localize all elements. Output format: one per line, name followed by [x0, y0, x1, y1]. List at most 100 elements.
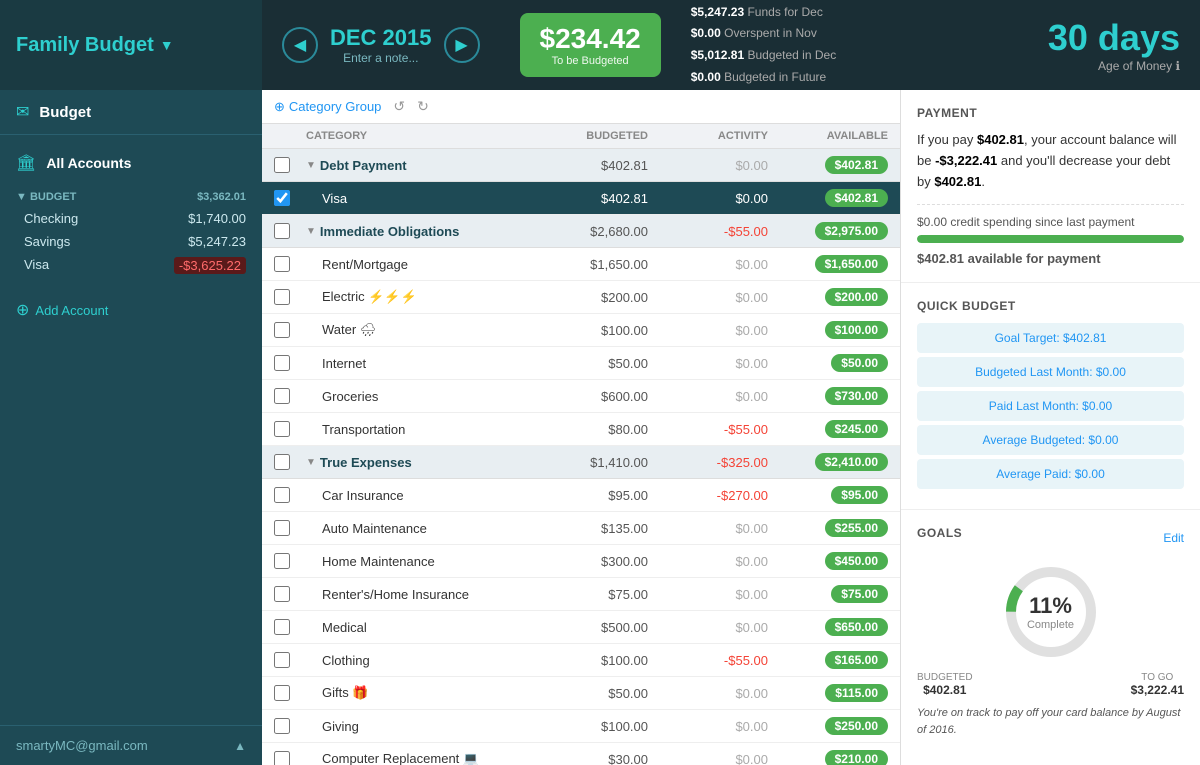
th-checkbox	[274, 130, 306, 142]
redo-icon[interactable]: ↻	[417, 98, 429, 115]
month-display: DEC 2015 Enter a note...	[330, 25, 432, 65]
funds-info: $5,247.23 Funds for Dec $0.00 Overspent …	[681, 2, 1028, 88]
category-checkbox-gifts[interactable]	[274, 685, 290, 701]
category-row-gifts[interactable]: Gifts 🎁 $50.00 $0.00 $115.00	[262, 677, 900, 710]
group-checkbox-immediate[interactable]	[274, 223, 290, 239]
category-row-home-maintenance[interactable]: Home Maintenance $300.00 $0.00 $450.00	[262, 545, 900, 578]
category-checkbox-transportation[interactable]	[274, 421, 290, 437]
category-checkbox-groceries[interactable]	[274, 388, 290, 404]
add-account-icon: ⊕	[16, 300, 29, 320]
category-activity-giving: $0.00	[648, 719, 768, 734]
budgeted-future-amount: $0.00	[691, 70, 721, 84]
category-checkbox-visa[interactable]	[274, 190, 290, 206]
category-row-rent[interactable]: Rent/Mortgage $1,650.00 $0.00 $1,650.00	[262, 248, 900, 281]
category-row-car-insurance[interactable]: Car Insurance $95.00 -$270.00 $95.00	[262, 479, 900, 512]
sidebar-budget-nav[interactable]: ✉ Budget	[0, 90, 262, 135]
group-row-debt-payment[interactable]: ▼ Debt Payment $402.81 $0.00 $402.81	[262, 149, 900, 182]
budget-toolbar: ⊕ Category Group ↺ ↻	[262, 90, 900, 124]
group-row-true-expenses[interactable]: ▼ True Expenses $1,410.00 -$325.00 $2,41…	[262, 446, 900, 479]
category-budgeted-water: $100.00	[528, 323, 648, 338]
category-checkbox-car-insurance[interactable]	[274, 487, 290, 503]
category-checkbox-renters-insurance[interactable]	[274, 586, 290, 602]
account-item-visa[interactable]: Visa -$3,625.22	[0, 253, 262, 278]
category-row-internet[interactable]: Internet $50.00 $0.00 $50.00	[262, 347, 900, 380]
next-month-button[interactable]: ▶	[444, 27, 480, 63]
add-account-label: Add Account	[35, 303, 108, 318]
category-budgeted-gifts: $50.00	[528, 686, 648, 701]
info-icon[interactable]: ℹ	[1175, 59, 1180, 73]
account-group-name: ▼ BUDGET	[16, 191, 76, 203]
donut-label: Complete	[1027, 619, 1074, 631]
category-activity-computer: $0.00	[648, 752, 768, 765]
category-row-transportation[interactable]: Transportation $80.00 -$55.00 $245.00	[262, 413, 900, 446]
category-name-transportation: Transportation	[306, 422, 528, 437]
category-row-groceries[interactable]: Groceries $600.00 $0.00 $730.00	[262, 380, 900, 413]
group-activity-immediate: -$55.00	[648, 224, 768, 239]
category-row-auto-maintenance[interactable]: Auto Maintenance $135.00 $0.00 $255.00	[262, 512, 900, 545]
category-checkbox-computer[interactable]	[274, 751, 290, 765]
top-header: Family Budget ▼ ◀ DEC 2015 Enter a note.…	[0, 0, 1200, 90]
footer-arrow[interactable]: ▲	[234, 739, 246, 753]
all-accounts-row[interactable]: 🏛 All Accounts	[0, 143, 262, 183]
undo-icon[interactable]: ↺	[393, 98, 405, 115]
add-account-button[interactable]: ⊕ Add Account	[0, 290, 262, 330]
category-checkbox-auto-maintenance[interactable]	[274, 520, 290, 536]
app-title-chevron[interactable]: ▼	[160, 37, 174, 53]
category-row-clothing[interactable]: Clothing $100.00 -$55.00 $165.00	[262, 644, 900, 677]
category-checkbox-water[interactable]	[274, 322, 290, 338]
category-checkbox-internet[interactable]	[274, 355, 290, 371]
all-accounts-icon: 🏛	[16, 153, 36, 173]
category-activity-rent: $0.00	[648, 257, 768, 272]
credit-spending-label: $0.00 credit spending since last payment	[917, 215, 1184, 229]
category-row-visa[interactable]: Visa $402.81 $0.00 $402.81	[262, 182, 900, 215]
category-row-giving[interactable]: Giving $100.00 $0.00 $250.00	[262, 710, 900, 743]
category-row-renters-insurance[interactable]: Renter's/Home Insurance $75.00 $0.00 $75…	[262, 578, 900, 611]
category-available-home-maintenance: $450.00	[768, 552, 888, 570]
payment-title: PAYMENT	[917, 106, 1184, 120]
month-year: DEC 2015	[330, 25, 432, 51]
credit-bar-bg	[917, 235, 1184, 243]
budgeted-future-label: Budgeted in Future	[724, 70, 826, 84]
payment-decrease: $402.81	[934, 174, 981, 189]
table-header: CATEGORY BUDGETED ACTIVITY AVAILABLE	[262, 124, 900, 149]
quick-budget-avg-paid[interactable]: Average Paid: $0.00	[917, 459, 1184, 489]
prev-month-button[interactable]: ◀	[282, 27, 318, 63]
category-checkbox-rent[interactable]	[274, 256, 290, 272]
category-checkbox-clothing[interactable]	[274, 652, 290, 668]
goals-edit-button[interactable]: Edit	[1163, 531, 1184, 545]
quick-budget-paid-last[interactable]: Paid Last Month: $0.00	[917, 391, 1184, 421]
category-checkbox-home-maintenance[interactable]	[274, 553, 290, 569]
age-days: 30 days	[1048, 17, 1180, 59]
category-available-gifts: $115.00	[768, 684, 888, 702]
group-budgeted-immediate: $2,680.00	[528, 224, 648, 239]
budget-icon: ✉	[16, 102, 29, 122]
category-name-visa: Visa	[306, 191, 528, 206]
account-item-checking[interactable]: Checking $1,740.00	[0, 207, 262, 230]
category-checkbox-giving[interactable]	[274, 718, 290, 734]
category-available-badge-groceries: $730.00	[825, 387, 888, 405]
group-checkbox-debt[interactable]	[274, 157, 290, 173]
group-checkbox-true-expenses[interactable]	[274, 454, 290, 470]
account-group-header: ▼ BUDGET $3,362.01	[0, 187, 262, 207]
category-available-badge-visa: $402.81	[825, 189, 888, 207]
add-category-group-button[interactable]: ⊕ Category Group	[274, 99, 381, 115]
category-available-giving: $250.00	[768, 717, 888, 735]
category-checkbox-electric[interactable]	[274, 289, 290, 305]
category-activity-internet: $0.00	[648, 356, 768, 371]
category-row-computer[interactable]: Computer Replacement 💻 $30.00 $0.00 $210…	[262, 743, 900, 765]
category-budgeted-groceries: $600.00	[528, 389, 648, 404]
category-row-water[interactable]: Water 🌧 $100.00 $0.00 $100.00	[262, 314, 900, 347]
account-item-savings[interactable]: Savings $5,247.23	[0, 230, 262, 253]
group-row-immediate[interactable]: ▼ Immediate Obligations $2,680.00 -$55.0…	[262, 215, 900, 248]
month-note[interactable]: Enter a note...	[330, 51, 432, 65]
goals-togo-value: $3,222.41	[1131, 683, 1184, 697]
category-row-medical[interactable]: Medical $500.00 $0.00 $650.00	[262, 611, 900, 644]
budgeted-dec-amount: $5,012.81	[691, 48, 744, 62]
quick-budget-budgeted-last[interactable]: Budgeted Last Month: $0.00	[917, 357, 1184, 387]
category-row-electric[interactable]: Electric ⚡⚡⚡ $200.00 $0.00 $200.00	[262, 281, 900, 314]
donut-text: 11% Complete	[1027, 593, 1074, 631]
quick-budget-goal[interactable]: Goal Target: $402.81	[917, 323, 1184, 353]
quick-budget-avg-budgeted[interactable]: Average Budgeted: $0.00	[917, 425, 1184, 455]
category-budgeted-car-insurance: $95.00	[528, 488, 648, 503]
category-checkbox-medical[interactable]	[274, 619, 290, 635]
